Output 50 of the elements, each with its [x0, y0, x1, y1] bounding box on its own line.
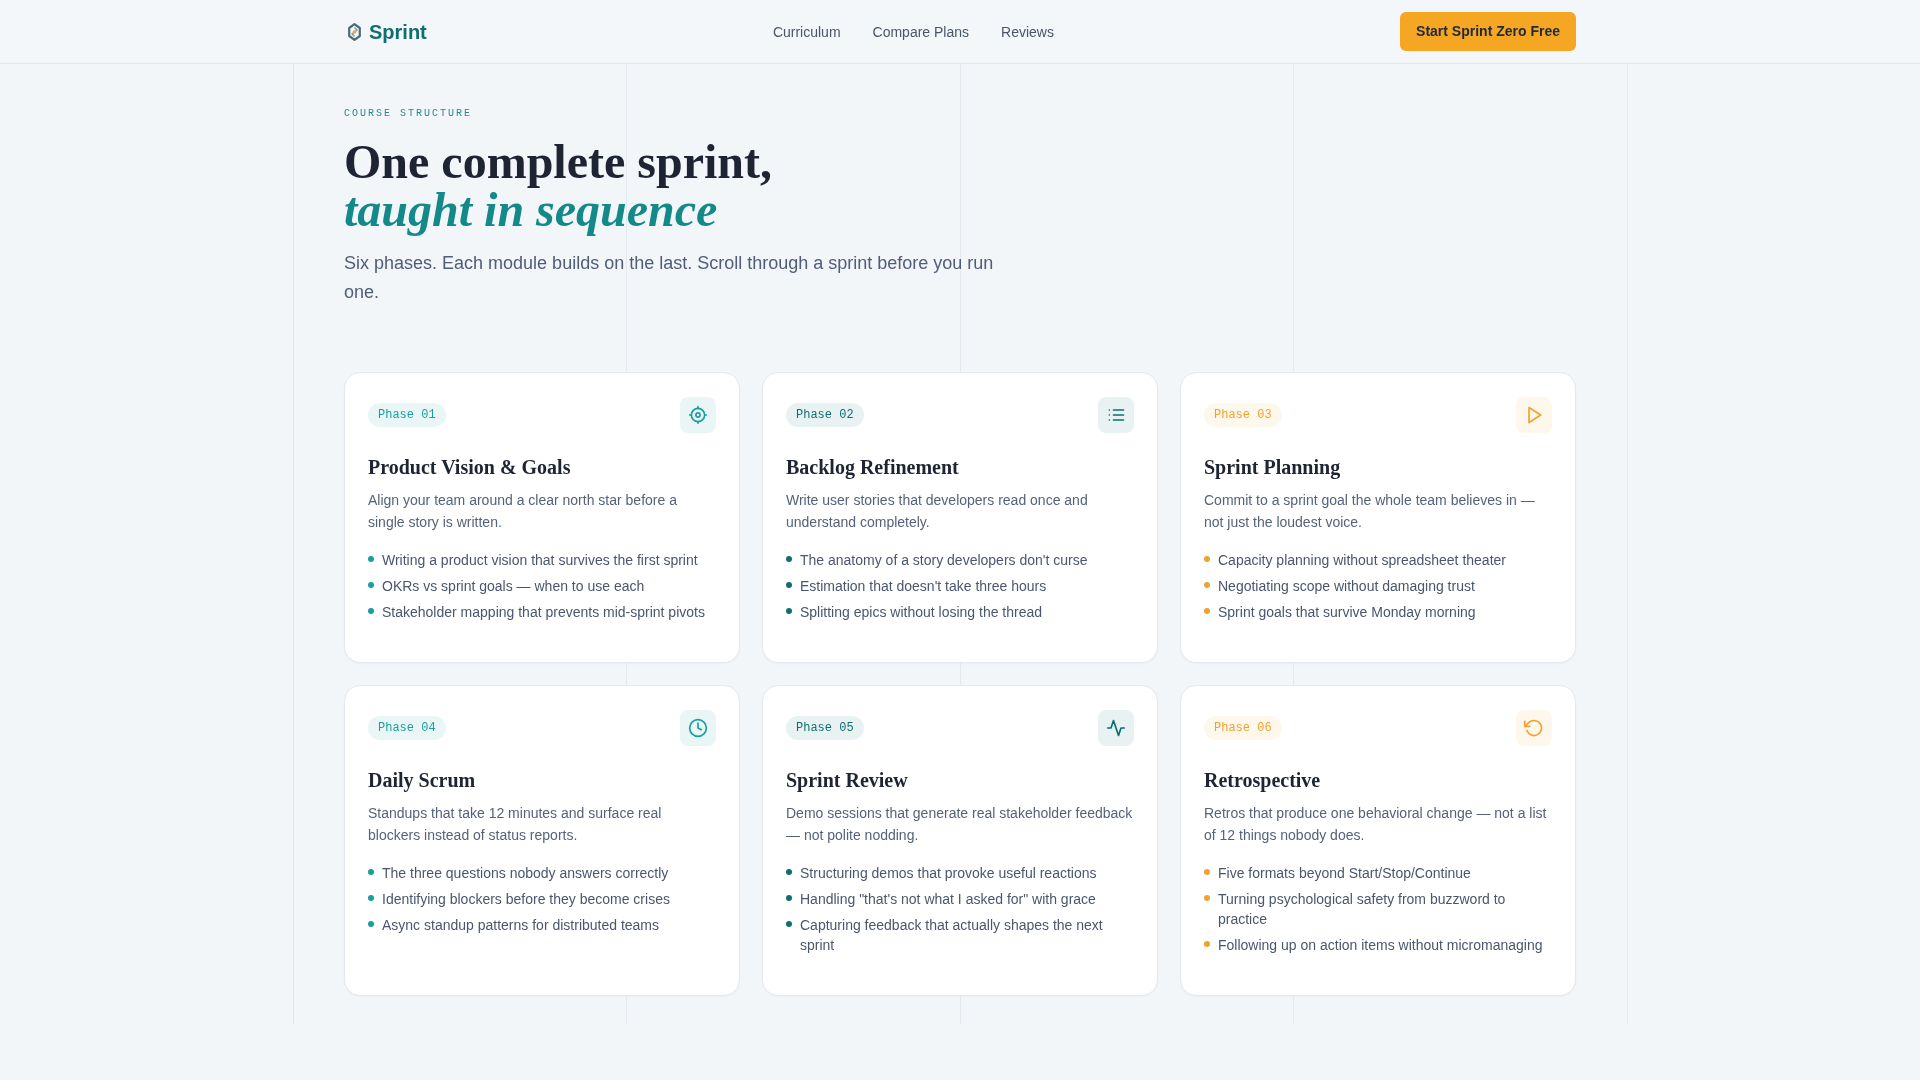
- topic-item: Sprint goals that survive Monday morning: [1218, 603, 1476, 622]
- topic-item: Capturing feedback that actually shapes the next sprint: [800, 916, 1104, 955]
- phase-title: Retrospective: [1204, 768, 1322, 794]
- topic-item: Identifying blockers before they become crises: [382, 890, 670, 909]
- phase-tag: Phase 02: [786, 403, 864, 427]
- topic-item: The anatomy of a story developers don't curse: [800, 551, 1088, 570]
- topic-item: Following up on action items without micromanaging: [1218, 936, 1543, 955]
- topic-item: Estimation that doesn't take three hours: [800, 577, 1047, 596]
- phase-title: Sprint Review: [786, 768, 909, 794]
- topic-item: OKRs vs sprint goals — when to use each: [382, 577, 645, 596]
- topic-item: Handling "that's not what I asked for" with grace: [800, 890, 1096, 909]
- topic-item: Structuring demos that provoke useful reactions: [800, 864, 1097, 883]
- topic-item: Writing a product vision that survives the first sprint: [382, 551, 698, 570]
- nav-link[interactable]: Curriculum: [772, 22, 841, 41]
- phase-title: Product Vision & Goals: [368, 455, 572, 480]
- phase-tag: Phase 01: [368, 403, 446, 427]
- topic-item: Turning psychological safety from buzzword to practice: [1218, 890, 1507, 929]
- topic-item: Async standup patterns for distributed teams: [382, 916, 660, 935]
- phase-title: Backlog Refinement: [786, 455, 960, 481]
- phase-description: Write user stories that developers read once and understand completely.: [786, 491, 1089, 532]
- phase-tag: Phase 05: [786, 716, 864, 740]
- topic-item: The three questions nobody answers correctly: [382, 864, 669, 883]
- pulse-icon: [1098, 710, 1134, 746]
- eyebrow-label: COURSE STRUCTURE: [344, 108, 472, 120]
- topic-item: Stakeholder mapping that prevents mid-sprint pivots: [382, 603, 705, 622]
- topic-item: Five formats beyond Start/Stop/Continue: [1218, 864, 1471, 883]
- phase-title: Sprint Planning: [1204, 455, 1342, 481]
- cta-button[interactable]: Start Sprint Zero Free: [1400, 12, 1576, 51]
- clock-icon: [680, 710, 716, 746]
- phase-description: Align your team around a clear north star before a single story is written.: [368, 491, 678, 532]
- list-icon: [1098, 397, 1134, 433]
- page-heading: One complete sprint,: [344, 138, 772, 186]
- target-icon: [680, 397, 716, 433]
- phase-tag: Phase 03: [1204, 403, 1282, 427]
- phase-description: Commit to a sprint goal the whole team believes in — not just the loudest voice.: [1204, 491, 1536, 532]
- topic-item: Capacity planning without spreadsheet theater: [1218, 551, 1506, 570]
- phase-title: Daily Scrum: [368, 768, 477, 794]
- phase-tag: Phase 04: [368, 716, 446, 740]
- hero-subtitle: Six phases. Each module builds on the last. Scroll through a sprint before you run one.: [344, 252, 995, 304]
- topic-item: Negotiating scope without damaging trust: [1218, 577, 1475, 596]
- nav-link[interactable]: Reviews: [1001, 22, 1054, 41]
- phase-tag: Phase 06: [1204, 716, 1282, 740]
- logo-icon: [348, 22, 361, 41]
- nav-link[interactable]: Compare Plans: [872, 22, 970, 41]
- topic-item: Splitting epics without losing the thread: [800, 603, 1043, 622]
- brand-name[interactable]: Sprint: [369, 19, 427, 44]
- phase-description: Retros that produce one behavioral change — not a list of 12 things nobody does.: [1204, 804, 1548, 845]
- phase-description: Standups that take 12 minutes and surface real blockers instead of status reports.: [368, 804, 663, 845]
- phase-description: Demo sessions that generate real stakeholder feedback — not polite nodding.: [786, 804, 1134, 845]
- play-icon: [1516, 397, 1552, 433]
